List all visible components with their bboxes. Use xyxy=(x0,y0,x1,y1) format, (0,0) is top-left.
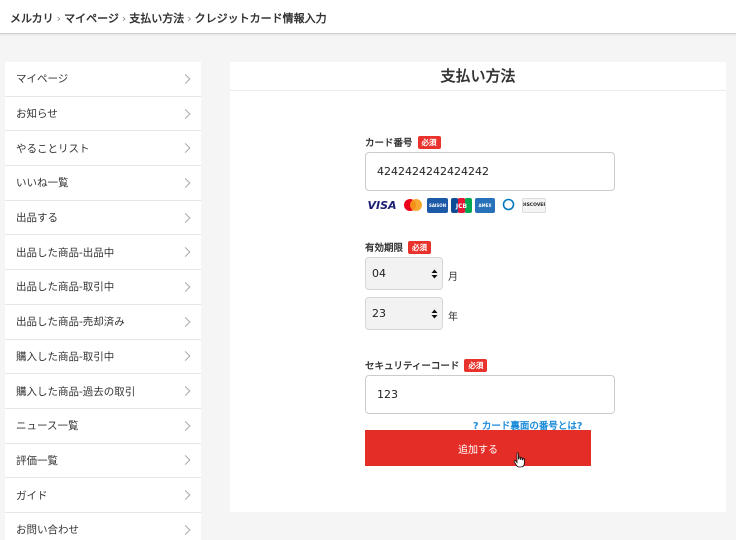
sidebar-item-label: 出品する xyxy=(16,212,58,225)
sidebar-item-label: 購入した商品-取引中 xyxy=(16,350,115,363)
breadcrumb-mercari[interactable]: メルカリ xyxy=(10,12,54,25)
sidebar-item-label: やることリスト xyxy=(16,142,90,155)
svg-text:JCB: JCB xyxy=(455,203,468,210)
jcb-logo: JCB xyxy=(451,197,472,213)
required-badge: 必須 xyxy=(464,359,488,372)
month-unit-label: 月 xyxy=(448,272,458,283)
chevron-right-icon xyxy=(180,490,191,501)
sidebar-item-label: お知らせ xyxy=(16,108,58,121)
chevron-right-icon xyxy=(180,73,191,84)
mouse-pointer-icon xyxy=(513,452,525,468)
expiry-year-value: 23 xyxy=(372,307,386,320)
chevron-right-icon xyxy=(180,316,191,327)
sidebar-item-label: 出品した商品-出品中 xyxy=(16,246,115,259)
header-bar: メルカリ › マイページ › 支払い方法 › クレジットカード情報入力 xyxy=(0,0,736,34)
chevron-right-icon xyxy=(180,351,191,362)
sidebar-item-mypage[interactable]: マイページ xyxy=(5,62,201,97)
sidebar-item-listed-active[interactable]: 出品した商品-出品中 xyxy=(5,235,201,271)
sidebar-item-news[interactable]: ニュース一覧 xyxy=(5,409,201,444)
visa-logo: VISA xyxy=(367,198,397,212)
sidebar-item-listed-sold[interactable]: 出品した商品-売却済み xyxy=(5,305,201,340)
sidebar: マイページ お知らせ やることリスト いいね一覧 出品する 出品した商品-出品中… xyxy=(5,62,201,540)
select-arrows-icon xyxy=(431,309,438,318)
sidebar-item-guide[interactable]: ガイド xyxy=(5,478,201,513)
sidebar-item-contact[interactable]: お問い合わせ xyxy=(5,513,201,540)
year-unit-label: 年 xyxy=(448,312,458,323)
security-code-label-text: セキュリティーコード xyxy=(365,361,460,372)
mastercard-logo xyxy=(402,198,424,213)
expiry-month-select[interactable]: 04 xyxy=(365,257,443,290)
add-card-button[interactable]: 追加する xyxy=(365,430,591,466)
breadcrumb-separator: › xyxy=(187,12,192,25)
expiry-month-value: 04 xyxy=(372,267,386,280)
sidebar-item-reviews[interactable]: 評価一覧 xyxy=(5,444,201,479)
sidebar-item-label: 出品した商品-取引中 xyxy=(16,281,115,294)
sidebar-item-likes[interactable]: いいね一覧 xyxy=(5,166,201,201)
sidebar-item-purchased-past[interactable]: 購入した商品-過去の取引 xyxy=(5,374,201,409)
sidebar-item-label: マイページ xyxy=(16,73,69,86)
sidebar-item-listed-trading[interactable]: 出品した商品-取引中 xyxy=(5,270,201,305)
chevron-right-icon xyxy=(180,212,191,223)
required-badge: 必須 xyxy=(408,241,432,254)
sidebar-item-label: 購入した商品-過去の取引 xyxy=(16,385,136,398)
chevron-right-icon xyxy=(180,386,191,396)
security-code-label: セキュリティーコード 必須 xyxy=(365,358,488,372)
sidebar-item-label: ガイド xyxy=(16,489,48,502)
saison-card-logo: SAISON xyxy=(427,197,448,213)
chevron-right-icon xyxy=(180,524,191,535)
amex-logo: AMEX xyxy=(475,197,495,213)
breadcrumb-payment-method[interactable]: 支払い方法 xyxy=(129,12,184,25)
sidebar-item-todo-list[interactable]: やることリスト xyxy=(5,131,201,167)
breadcrumb-mypage[interactable]: マイページ xyxy=(64,12,119,25)
chevron-right-icon xyxy=(180,143,191,154)
security-code-input[interactable]: 123 xyxy=(365,375,615,414)
card-number-label: カード番号 必須 xyxy=(365,135,441,149)
card-number-input[interactable]: 4242424242424242 xyxy=(365,152,615,191)
expiry-label-text: 有効期限 xyxy=(365,243,404,254)
sidebar-item-notifications[interactable]: お知らせ xyxy=(5,97,201,132)
discover-logo: DISCOVER xyxy=(522,197,546,213)
sidebar-item-label: ニュース一覧 xyxy=(16,420,79,433)
select-arrows-icon xyxy=(431,269,438,278)
chevron-right-icon xyxy=(180,108,191,119)
chevron-right-icon xyxy=(180,177,191,188)
sidebar-item-purchased-trading[interactable]: 購入した商品-取引中 xyxy=(5,340,201,375)
required-badge: 必須 xyxy=(417,136,441,149)
sidebar-item-sell[interactable]: 出品する xyxy=(5,201,201,236)
chevron-right-icon xyxy=(180,247,191,258)
card-number-label-text: カード番号 xyxy=(365,138,413,149)
breadcrumb-separator: › xyxy=(121,12,127,25)
breadcrumb-separator: › xyxy=(56,12,62,25)
card-brand-logos: VISA SAISON JCB AMEX DISCOVER xyxy=(365,196,546,214)
breadcrumb: メルカリ › マイページ › 支払い方法 › クレジットカード情報入力 xyxy=(10,10,327,26)
chevron-right-icon xyxy=(180,282,191,292)
chevron-right-icon xyxy=(180,455,191,466)
page-title: 支払い方法 xyxy=(230,62,726,91)
sidebar-item-label: いいね一覧 xyxy=(16,177,69,190)
sidebar-item-label: 評価一覧 xyxy=(16,454,58,467)
sidebar-item-label: お問い合わせ xyxy=(16,524,79,537)
diners-club-logo xyxy=(498,197,519,213)
chevron-right-icon xyxy=(180,420,191,431)
sidebar-item-label: 出品した商品-売却済み xyxy=(16,316,125,329)
expiry-year-select[interactable]: 23 xyxy=(365,297,443,330)
expiry-label: 有効期限 必須 xyxy=(365,240,432,254)
breadcrumb-current: クレジットカード情報入力 xyxy=(194,12,327,25)
